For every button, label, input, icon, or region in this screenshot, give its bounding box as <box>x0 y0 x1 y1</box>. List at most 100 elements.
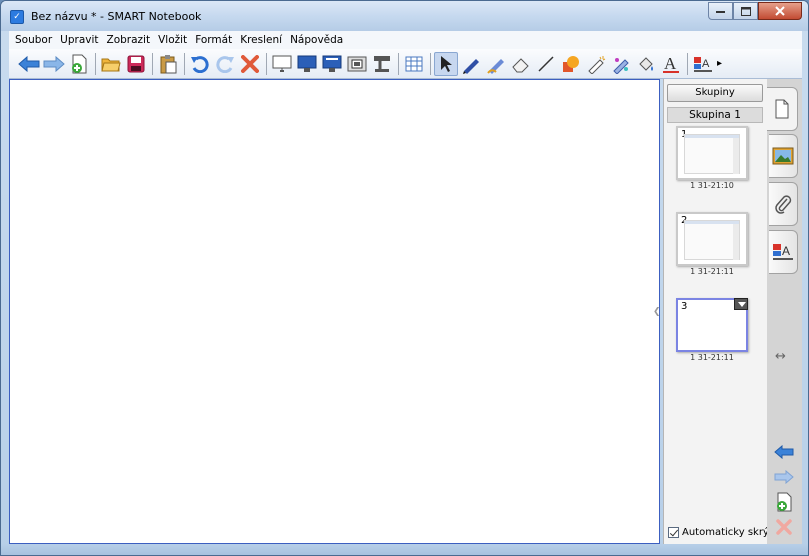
delete-page-button[interactable] <box>773 517 795 537</box>
dual-display-icon <box>322 55 342 72</box>
delete-icon <box>776 519 792 535</box>
checkbox-checked-icon[interactable] <box>668 527 679 538</box>
groups-button[interactable]: Skupiny <box>667 84 763 102</box>
tab-properties[interactable]: A <box>769 230 798 274</box>
maximize-icon <box>740 6 751 16</box>
screen-shade-button[interactable] <box>270 52 294 76</box>
page-thumbnail[interactable]: 1 <box>676 126 748 180</box>
back-arrow-icon <box>774 445 794 459</box>
close-button[interactable] <box>758 2 802 20</box>
new-page-icon <box>72 54 87 73</box>
properties-button[interactable]: A <box>691 52 715 76</box>
title-bar: ✓ Bez názvu * - SMART Notebook <box>1 1 808 31</box>
delete-icon <box>241 54 259 73</box>
auto-hide-checkbox[interactable]: Automaticky skrýt <box>668 527 773 538</box>
panel-move-arrows-icon[interactable]: ↔ <box>775 349 786 364</box>
toolbar-divider <box>687 52 688 75</box>
back-button[interactable] <box>17 52 41 76</box>
page-sorter-panel: Skupiny Skupina 1 1 1 31-21:10 2 1 31-21… <box>663 79 773 544</box>
pen-icon <box>463 58 479 74</box>
close-icon <box>775 6 785 16</box>
minimize-button[interactable] <box>708 2 733 20</box>
toolbar-divider <box>398 52 399 75</box>
text-button[interactable]: A <box>659 52 683 76</box>
fill-icon <box>639 56 653 71</box>
table-button[interactable] <box>402 52 426 76</box>
page-preview <box>684 220 740 260</box>
dual-display-button[interactable] <box>320 52 344 76</box>
whiteboard-canvas[interactable] <box>9 79 660 544</box>
menu-napoveda[interactable]: Nápověda <box>286 31 347 49</box>
forward-arrow-icon <box>774 470 794 484</box>
tab-page-sorter[interactable] <box>767 87 798 131</box>
menu-zobrazit[interactable]: Zobrazit <box>103 31 155 49</box>
gallery-icon <box>772 147 794 165</box>
tab-gallery[interactable] <box>769 134 798 178</box>
toolbar-divider <box>152 52 153 75</box>
select-arrow-icon <box>441 55 452 72</box>
app-window: ✓ Bez názvu * - SMART Notebook Soubor Up… <box>0 0 809 556</box>
pen-button[interactable] <box>459 52 483 76</box>
fill-button[interactable] <box>634 52 658 76</box>
document-camera-button[interactable] <box>370 52 394 76</box>
forward-button[interactable] <box>42 52 66 76</box>
paste-icon <box>160 54 177 73</box>
shape-icon <box>563 55 579 72</box>
menu-kresleni[interactable]: Kreslení <box>236 31 286 49</box>
side-tab-bar: A ↔ <box>767 79 802 544</box>
menu-vlozit[interactable]: Vložit <box>154 31 191 49</box>
full-screen-button[interactable] <box>295 52 319 76</box>
magic-pen-icon <box>588 55 606 74</box>
properties-icon: A <box>773 244 793 260</box>
page-timestamp: 1 31-21:10 <box>690 181 734 190</box>
menu-upravit[interactable]: Upravit <box>56 31 102 49</box>
window-controls <box>708 2 802 20</box>
app-icon: ✓ <box>10 10 24 24</box>
line-button[interactable] <box>534 52 558 76</box>
paste-button[interactable] <box>156 52 180 76</box>
toolbar-divider <box>95 52 96 75</box>
add-page-button[interactable] <box>67 52 91 76</box>
screen-capture-button[interactable] <box>345 52 369 76</box>
open-folder-icon <box>101 58 121 71</box>
line-icon <box>538 55 554 72</box>
tab-attachments[interactable] <box>769 182 798 226</box>
toolbar-overflow-icon[interactable]: ▸ <box>717 58 722 69</box>
page-thumbnail[interactable]: 2 <box>676 212 748 266</box>
next-page-button[interactable] <box>773 467 795 487</box>
redo-button[interactable] <box>213 52 237 76</box>
screen-capture-icon <box>347 56 367 71</box>
creative-pen-button[interactable] <box>484 52 508 76</box>
add-page-button[interactable] <box>773 492 795 512</box>
select-button[interactable] <box>434 51 458 76</box>
page-thumbnail-active[interactable]: 3 <box>676 298 748 352</box>
eraser-button[interactable] <box>509 52 533 76</box>
auto-hide-label: Automaticky skrýt <box>682 527 773 538</box>
shapes-button[interactable] <box>559 52 583 76</box>
redo-icon <box>216 55 234 73</box>
magic-pen-button[interactable] <box>584 52 608 76</box>
open-button[interactable] <box>99 52 123 76</box>
svg-text:A: A <box>664 54 677 73</box>
panel-resize-handle[interactable]: ❮ <box>653 307 661 317</box>
save-icon <box>127 55 145 72</box>
text-icon: A <box>663 54 679 73</box>
group-label[interactable]: Skupina 1 <box>667 107 763 123</box>
menu-format[interactable]: Formát <box>191 31 236 49</box>
creative-pen-icon <box>487 58 504 74</box>
minimize-icon <box>716 10 725 13</box>
forward-arrow-icon <box>43 55 65 72</box>
page-preview <box>684 134 740 174</box>
page-sorter-icon <box>775 99 789 119</box>
delete-button[interactable] <box>238 52 262 76</box>
maximize-button[interactable] <box>733 2 758 20</box>
eraser-icon <box>512 57 529 72</box>
undo-button[interactable] <box>188 52 212 76</box>
shape-recognition-pen-button[interactable] <box>609 52 633 76</box>
new-page-icon <box>777 492 792 512</box>
page-menu-dropdown-icon[interactable] <box>734 298 748 310</box>
previous-page-button[interactable] <box>773 442 795 462</box>
save-button[interactable] <box>124 52 148 76</box>
menu-soubor[interactable]: Soubor <box>11 31 56 49</box>
toolbar: A A ▸ <box>9 49 802 79</box>
